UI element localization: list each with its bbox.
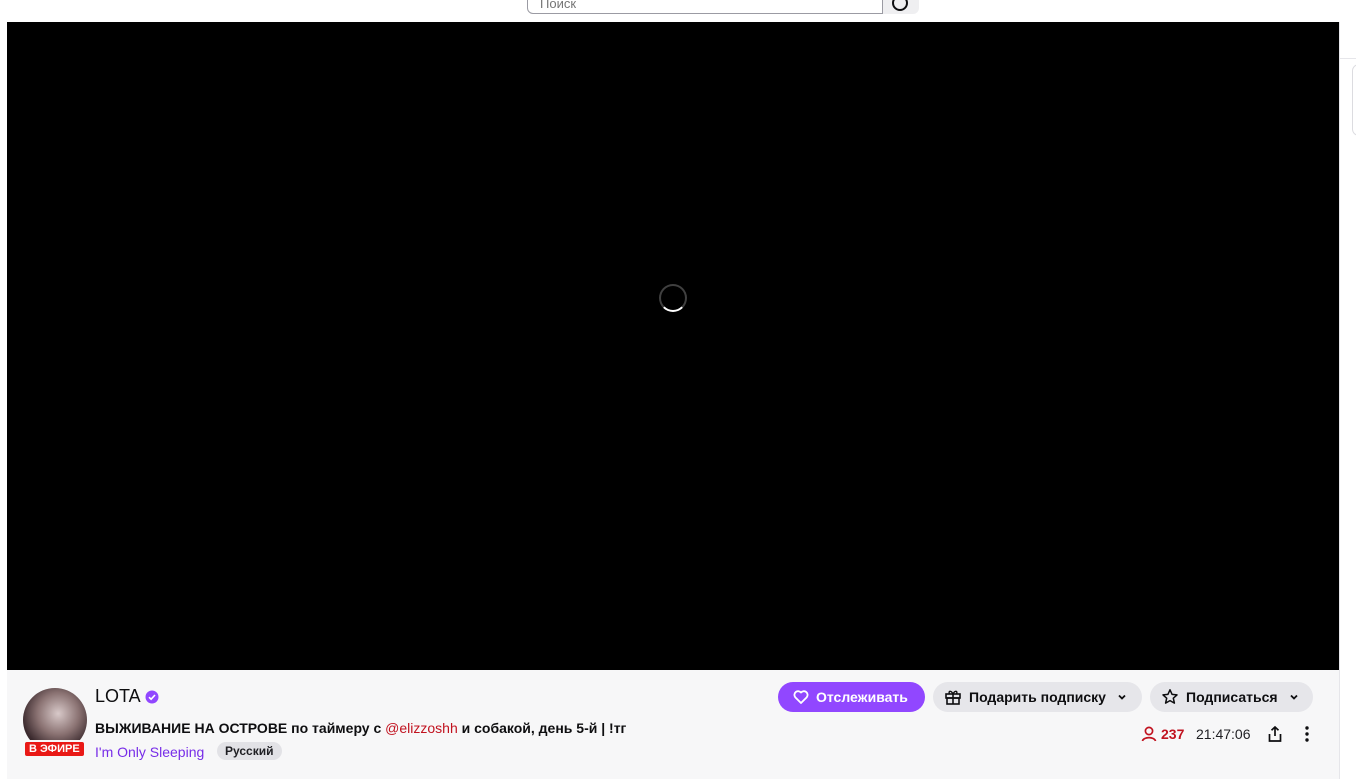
share-icon	[1268, 725, 1282, 742]
avatar-container[interactable]: В ЭФИРЕ	[23, 688, 87, 758]
live-badge: В ЭФИРЕ	[23, 740, 86, 758]
chevron-down-icon	[1288, 691, 1300, 703]
more-vertical-icon	[1305, 726, 1309, 742]
loading-spinner	[659, 284, 687, 312]
channel-info-panel: В ЭФИРЕ LOTA ВЫЖИВАНИЕ НА ОСТРОВЕ по тай…	[7, 670, 1339, 779]
subscribe-button[interactable]: Подписаться	[1150, 682, 1313, 712]
mention-link[interactable]: @elizzoshh	[385, 720, 458, 736]
verified-badge-icon	[145, 690, 159, 704]
gift-sub-label: Подарить подписку	[969, 689, 1106, 705]
search-icon	[892, 0, 908, 11]
follow-label: Отслеживать	[816, 689, 908, 705]
follow-button[interactable]: Отслеживать	[778, 682, 925, 712]
subscribe-label: Подписаться	[1186, 689, 1278, 705]
user-icon	[1141, 726, 1157, 742]
stream-title-text: ВЫЖИВАНИЕ НА ОСТРОВЕ по таймеру с	[95, 720, 386, 736]
side-card[interactable]	[1352, 64, 1356, 136]
stream-uptime: 21:47:06	[1196, 726, 1251, 742]
language-tag[interactable]: Русский	[217, 742, 282, 760]
search-bar	[527, 0, 919, 14]
search-input[interactable]	[527, 0, 883, 14]
star-icon	[1161, 688, 1179, 706]
channel-name[interactable]: LOTA	[95, 686, 141, 707]
viewer-count-value: 237	[1161, 726, 1185, 742]
gift-sub-button[interactable]: Подарить подписку	[933, 682, 1142, 712]
stream-title-rest: и собакой, день 5-й | !тг	[457, 720, 627, 736]
viewer-count: 237	[1140, 725, 1184, 743]
gift-icon	[944, 688, 962, 706]
share-button[interactable]	[1266, 725, 1284, 748]
category-link[interactable]: I'm Only Sleeping	[95, 744, 204, 760]
divider	[1340, 58, 1356, 59]
video-player[interactable]	[7, 22, 1339, 670]
stream-title: ВЫЖИВАНИЕ НА ОСТРОВЕ по таймеру с @elizz…	[95, 720, 626, 736]
more-options-button[interactable]	[1298, 725, 1316, 748]
right-panel-edge	[1339, 22, 1356, 779]
chevron-down-icon	[1116, 691, 1128, 703]
heart-icon	[793, 689, 809, 705]
search-button[interactable]	[883, 0, 919, 14]
top-nav-bar	[0, 0, 1356, 22]
